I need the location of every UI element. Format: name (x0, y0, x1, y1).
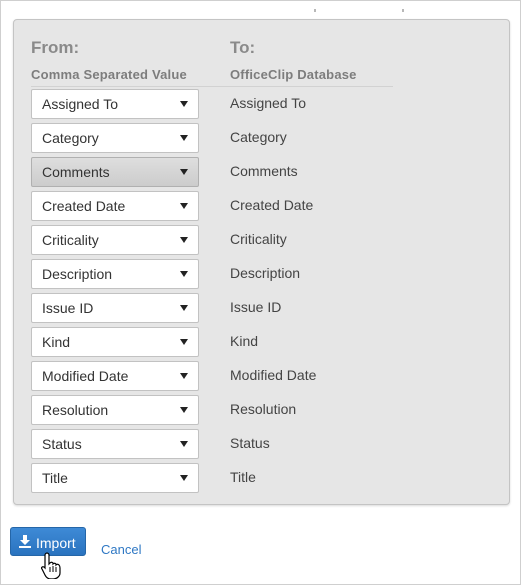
mapping-row: Description Description (31, 259, 491, 289)
mapping-row: Created Date Created Date (31, 191, 491, 221)
caret-down-icon (180, 475, 188, 481)
mapping-row: Title Title (31, 463, 491, 493)
target-field-label: Description (230, 265, 301, 281)
target-field-label: Criticality (230, 231, 287, 247)
scroll-edge-marks (314, 9, 410, 13)
to-subheader: OfficeClip Database (230, 67, 357, 82)
mapping-row: Status Status (31, 429, 491, 459)
to-header: To: (230, 38, 256, 57)
from-subheader: Comma Separated Value (31, 67, 187, 82)
source-field-dropdown[interactable]: Title (31, 463, 199, 493)
source-field-value: Modified Date (42, 368, 129, 384)
caret-down-icon (180, 441, 188, 447)
mapping-row: Criticality Criticality (31, 225, 491, 255)
mapping-row: Comments Comments (31, 157, 491, 187)
caret-down-icon (180, 407, 188, 413)
source-field-value: Category (42, 130, 99, 146)
source-field-value: Description (42, 266, 113, 282)
source-field-dropdown[interactable]: Resolution (31, 395, 199, 425)
import-button-label: Import (36, 535, 76, 551)
source-field-dropdown[interactable]: Description (31, 259, 199, 289)
mapping-row: Resolution Resolution (31, 395, 491, 425)
source-field-dropdown[interactable]: Criticality (31, 225, 199, 255)
caret-down-icon (180, 271, 188, 277)
source-field-dropdown[interactable]: Comments (31, 157, 199, 187)
source-field-dropdown[interactable]: Modified Date (31, 361, 199, 391)
target-field-label: Title (230, 469, 256, 485)
target-field-label: Created Date (230, 197, 314, 213)
mapping-row: Assigned To Assigned To (31, 89, 491, 119)
from-header: From: (31, 38, 80, 57)
target-field-label: Category (230, 129, 287, 145)
source-field-value: Resolution (42, 402, 109, 418)
cancel-link[interactable]: Cancel (101, 542, 141, 557)
target-field-label: Resolution (230, 401, 297, 417)
target-field-label: Status (230, 435, 270, 451)
target-field-label: Issue ID (230, 299, 282, 315)
source-field-dropdown[interactable]: Issue ID (31, 293, 199, 323)
mapping-row: Issue ID Issue ID (31, 293, 491, 323)
source-field-dropdown[interactable]: Category (31, 123, 199, 153)
caret-down-icon (180, 169, 188, 175)
source-field-value: Created Date (42, 198, 126, 214)
field-mapping-panel: From: To: Comma Separated Value OfficeCl… (13, 19, 510, 505)
source-field-dropdown[interactable]: Kind (31, 327, 199, 357)
source-field-value: Title (42, 470, 68, 486)
caret-down-icon (180, 101, 188, 107)
source-field-value: Issue ID (42, 300, 94, 316)
caret-down-icon (180, 373, 188, 379)
mapping-row: Kind Kind (31, 327, 491, 357)
hand-pointer-icon (41, 552, 61, 579)
source-field-value: Status (42, 436, 82, 452)
source-field-value: Kind (42, 334, 71, 350)
header-divider (31, 86, 393, 87)
source-field-value: Assigned To (42, 96, 119, 112)
source-field-dropdown[interactable]: Assigned To (31, 89, 199, 119)
target-field-label: Comments (230, 163, 298, 179)
mapping-row: Category Category (31, 123, 491, 153)
caret-down-icon (180, 203, 188, 209)
caret-down-icon (180, 135, 188, 141)
caret-down-icon (180, 339, 188, 345)
source-field-dropdown[interactable]: Status (31, 429, 199, 459)
source-field-value: Criticality (42, 232, 99, 248)
source-field-dropdown[interactable]: Created Date (31, 191, 199, 221)
caret-down-icon (180, 237, 188, 243)
target-field-label: Assigned To (230, 95, 307, 111)
target-field-label: Kind (230, 333, 259, 349)
source-field-value: Comments (42, 164, 110, 180)
download-icon (19, 535, 31, 548)
caret-down-icon (180, 305, 188, 311)
mapping-row: Modified Date Modified Date (31, 361, 491, 391)
target-field-label: Modified Date (230, 367, 317, 383)
